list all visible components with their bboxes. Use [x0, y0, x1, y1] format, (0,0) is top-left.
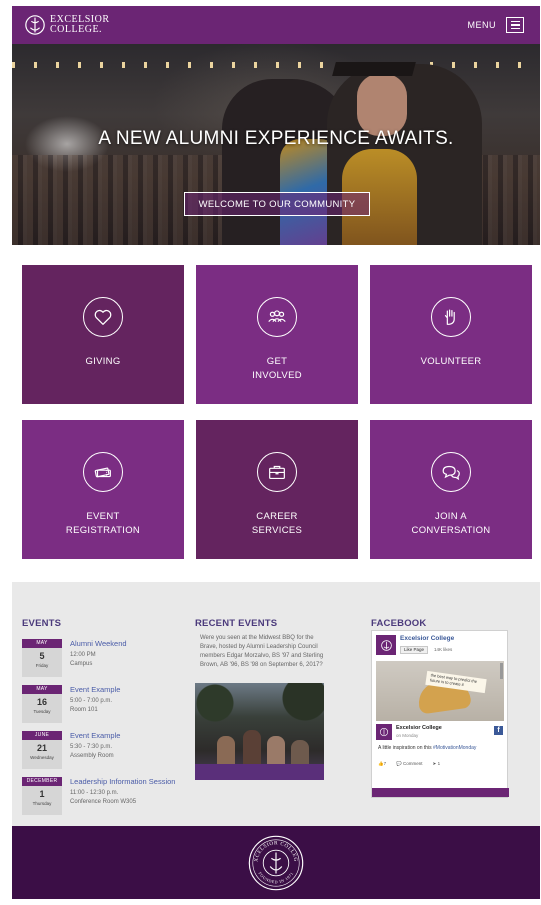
facebook-post-time: on Monday [396, 733, 419, 738]
recent-events-heading: RECENT EVENTS [195, 618, 278, 629]
heart-icon [83, 297, 123, 337]
raised-hand-icon [431, 297, 471, 337]
tile-label: JOIN A CONVERSATION [411, 511, 491, 536]
svg-text:EXCELSIOR COLLEGE: EXCELSIOR COLLEGE [247, 834, 299, 862]
event-title-link[interactable]: Event Example [70, 685, 120, 694]
tickets-icon [83, 452, 123, 492]
chat-bubbles-icon [431, 452, 471, 492]
event-place: Conference Room W305 [70, 799, 137, 805]
event-item[interactable]: MAY 16 Tuesday Event Example 5:00 - 7:00… [22, 685, 192, 725]
tile-event-registration[interactable]: EVENT REGISTRATION [22, 420, 184, 559]
events-heading: EVENTS [22, 618, 62, 629]
briefcase-icon [257, 452, 297, 492]
facebook-heading: FACEBOOK [371, 618, 427, 629]
excelsior-logo-icon [25, 15, 45, 35]
event-title-link[interactable]: Alumni Weekend [70, 639, 127, 648]
welcome-community-button[interactable]: WELCOME TO OUR COMMUNITY [184, 192, 370, 216]
tile-get-involved[interactable]: GET INVOLVED [196, 265, 358, 404]
site-footer: EXCELSIOR COLLEGE FOUNDED IN 1971 [12, 826, 540, 899]
facebook-widget-footer [372, 788, 509, 797]
event-item[interactable]: MAY 5 Friday Alumni Weekend 12:00 PM Cam… [22, 639, 192, 679]
event-place: Campus [70, 661, 93, 667]
seal-top-text: EXCELSIOR COLLEGE [247, 834, 298, 862]
event-time: 12:00 PM [70, 652, 96, 658]
hamburger-menu-icon[interactable] [506, 17, 524, 33]
event-date-badge: MAY 5 Friday [22, 639, 62, 677]
event-time: 5:00 - 7:00 p.m. [70, 698, 113, 704]
hero-banner: A NEW ALUMNI EXPERIENCE AWAITS. WELCOME … [12, 44, 540, 245]
menu-toggle[interactable]: MENU [467, 17, 524, 33]
graduate-cap [332, 62, 416, 76]
share-count[interactable]: ➤ 1 [433, 761, 441, 767]
top-navigation-bar: EXCELSIOR COLLEGE. MENU [12, 6, 540, 44]
facebook-post-header: Excelsior College on Monday f [376, 724, 504, 742]
share-icon: ➤ [432, 761, 437, 766]
graduate-right-face [357, 74, 407, 136]
facebook-logo-icon: f [494, 726, 503, 735]
recent-event-photo[interactable] [195, 683, 324, 780]
tile-volunteer[interactable]: VOLUNTEER [370, 265, 532, 404]
logo-wordmark: EXCELSIOR COLLEGE. [50, 15, 110, 35]
excelsior-avatar-icon [376, 635, 396, 655]
action-tiles: GIVING GET INVOLVED VOLUNTEER EVENT REGIST… [22, 265, 532, 559]
event-date-badge: JUNE 21 Wednesday [22, 731, 62, 769]
menu-label: MENU [467, 20, 496, 30]
comment-button[interactable]: 💬 Comment [396, 761, 422, 767]
facebook-page-header: Excelsior College Like Page 14K likes [376, 635, 504, 657]
comment-icon: 💬 [396, 761, 402, 766]
like-page-button[interactable]: Like Page [400, 646, 429, 654]
info-band: EVENTS RECENT EVENTS FACEBOOK MAY 5 Frid… [12, 582, 540, 826]
facebook-widget[interactable]: Excelsior College Like Page 14K likes th… [371, 630, 509, 798]
tile-career-services[interactable]: CAREER SERVICES [196, 420, 358, 559]
hero-lights [12, 62, 540, 68]
facebook-likes-count: 14K likes [434, 647, 453, 652]
facebook-post-author[interactable]: Excelsior College [396, 725, 442, 731]
college-seal-icon: EXCELSIOR COLLEGE FOUNDED IN 1971 [247, 834, 304, 890]
tile-label: CAREER SERVICES [251, 511, 303, 536]
event-time: 5:30 - 7:30 p.m. [70, 744, 113, 750]
event-place: Assembly Room [70, 753, 114, 759]
logo-line-2: COLLEGE. [50, 24, 103, 35]
hashtag-link[interactable]: #MotivationMonday [433, 745, 476, 751]
tile-join-conversation[interactable]: JOIN A CONVERSATION [370, 420, 532, 559]
tile-label: GET INVOLVED [252, 356, 302, 381]
tile-label: GIVING [85, 356, 121, 367]
hero-title: A NEW ALUMNI EXPERIENCE AWAITS. [98, 128, 454, 149]
event-date-badge: DECEMBER 1 Thursday [22, 777, 62, 815]
event-item[interactable]: JUNE 21 Wednesday Event Example 5:30 - 7… [22, 731, 192, 771]
facebook-post-actions: 👍7 💬 Comment ➤ 1 [378, 761, 504, 767]
facebook-page-name[interactable]: Excelsior College [400, 635, 454, 642]
event-title-link[interactable]: Leadership Information Session [70, 777, 175, 786]
facebook-scrollbar[interactable] [500, 663, 503, 679]
event-title-link[interactable]: Event Example [70, 731, 120, 740]
tile-label: VOLUNTEER [420, 356, 482, 367]
site-logo[interactable]: EXCELSIOR COLLEGE. [24, 14, 110, 36]
tile-label: EVENT REGISTRATION [65, 511, 141, 536]
excelsior-avatar-icon [376, 724, 392, 740]
event-date-badge: MAY 16 Tuesday [22, 685, 62, 723]
event-time: 11:00 - 12:30 p.m. [70, 790, 119, 796]
group-icon [257, 297, 297, 337]
fortune-cookie-image[interactable]: the best way to predict the future is to… [376, 661, 504, 721]
facebook-post-text: A little inspiration on this #Motivation… [378, 745, 477, 751]
tile-giving[interactable]: GIVING [22, 265, 184, 404]
recent-event-description: Were you seen at the Midwest BBQ for the… [200, 635, 324, 668]
event-place: Room 101 [70, 707, 98, 713]
page-frame: EXCELSIOR COLLEGE. MENU A NEW ALUMNI EXP… [12, 6, 540, 899]
reaction-count[interactable]: 👍7 [378, 761, 386, 767]
event-item[interactable]: DECEMBER 1 Thursday Leadership Informati… [22, 777, 192, 817]
